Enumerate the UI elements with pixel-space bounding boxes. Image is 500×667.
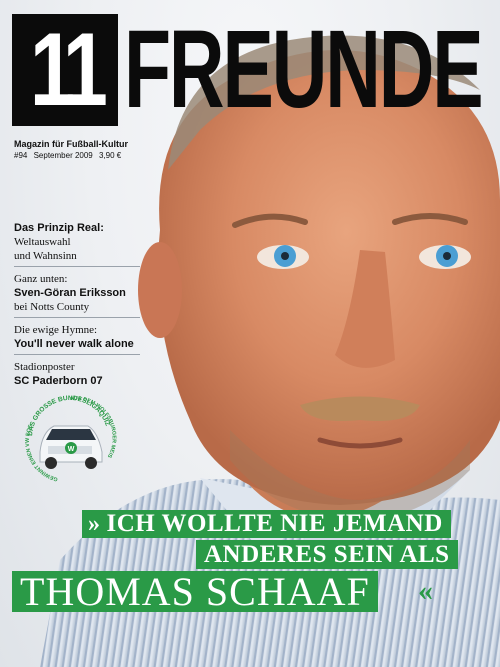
headline-text-1: ICH WOLLTE NIE JEMAND	[106, 510, 443, 537]
issue-info: #94 September 2009 3,90 €	[14, 151, 125, 161]
car-badge-text: W	[68, 446, 75, 453]
logo-block: 11	[12, 14, 118, 126]
teaser-line: und Wahnsinn	[14, 250, 77, 262]
magazine-cover: 11 FREUNDE Magazin für Fußball-Kultur #9…	[0, 0, 500, 667]
headline-line-1: » ICH WOLLTE NIE JEMAND	[82, 510, 451, 538]
teaser-headline: Sven-Göran Eriksson	[14, 287, 126, 299]
logo-number: 11	[29, 12, 108, 128]
headline-name: THOMAS SCHAAF	[12, 571, 378, 613]
teaser-item: Ganz unten: Sven-Göran Eriksson bei Nott…	[14, 270, 140, 318]
tagline: Magazin für Fußball-Kultur	[14, 139, 128, 149]
ear-shape	[138, 242, 182, 338]
teaser-kicker: Ganz unten:	[14, 273, 68, 285]
teaser-item: Das Prinzip Real: Weltauswahl und Wahnsi…	[14, 219, 140, 267]
promo-badge: DAS GROSSE BUNDESLIGAQUIZ AUS DEM WOLFSB…	[18, 386, 117, 482]
teaser-item: Die ewige Hymne: You'll never walk alone	[14, 321, 140, 355]
issue-price: 3,90 €	[98, 151, 122, 160]
teaser-line: bei Notts County	[14, 301, 90, 313]
teaser-kicker: Stadionposter	[14, 361, 75, 373]
teaser-headline: You'll never walk alone	[14, 338, 134, 350]
issue-date: September 2009	[33, 151, 93, 160]
teaser-kicker: Die ewige Hymne:	[14, 324, 98, 336]
magazine-title: FREUNDE	[124, 8, 484, 131]
close-quote: «	[418, 574, 433, 607]
issue-number: #94	[14, 151, 28, 160]
open-quote: »	[88, 511, 101, 537]
cover-teasers: Das Prinzip Real: Weltauswahl und Wahnsi…	[14, 219, 140, 394]
teaser-headline: Das Prinzip Real:	[14, 222, 104, 234]
headline-line-2: ANDERES SEIN ALS	[196, 540, 458, 569]
car-icon: W	[39, 425, 103, 469]
teaser-line: Weltauswahl	[14, 236, 71, 248]
